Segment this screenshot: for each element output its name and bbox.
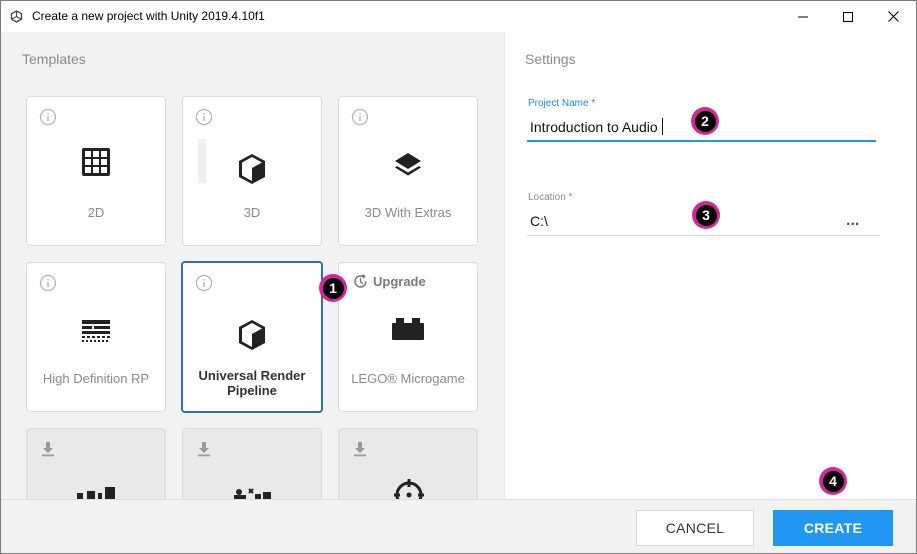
close-icon (887, 11, 899, 22)
templates-panel: Templates 2D 3D 3D With Extras High Defi… (1, 32, 504, 499)
microgame-icon (234, 488, 271, 499)
template-label: High Definition RP (42, 371, 150, 386)
scroll-indicator (198, 139, 206, 183)
template-card-urp[interactable]: Universal Render Pipeline (181, 261, 323, 413)
project-name-label: Project Name * (528, 98, 596, 109)
download-icon (198, 442, 210, 457)
required-mark: * (591, 98, 596, 109)
cancel-button[interactable]: CANCEL (636, 510, 754, 546)
settings-panel: Settings Project Name * Introduction to … (504, 32, 916, 499)
template-label: Universal Render Pipeline (198, 368, 306, 398)
template-label: 2D (87, 205, 105, 220)
template-card-hdrp[interactable]: High Definition RP (26, 262, 166, 412)
template-card-download-1[interactable] (26, 428, 166, 499)
cube-icon (239, 320, 265, 350)
project-name-underline (527, 140, 876, 142)
project-name-value: Introduction to Audio (530, 119, 658, 135)
microgame-icon (77, 487, 115, 499)
window-title: Create a new project with Unity 2019.4.1… (32, 9, 265, 23)
crosshair-icon (394, 479, 424, 499)
template-card-lego[interactable]: Upgrade LEGO® Microgame (338, 262, 478, 412)
settings-heading: Settings (525, 51, 576, 67)
dialog-footer: CANCEL CREATE (1, 499, 916, 553)
maximize-icon (843, 11, 853, 22)
hdrp-icon (82, 320, 110, 342)
refresh-icon (354, 274, 367, 288)
minimize-button[interactable] (780, 1, 826, 32)
create-project-dialog: Create a new project with Unity 2019.4.1… (0, 0, 917, 554)
create-button[interactable]: CREATE (773, 510, 893, 546)
template-label: 3D (243, 205, 261, 220)
upgrade-badge[interactable]: Upgrade (352, 273, 426, 290)
browse-location-button[interactable]: ... (846, 212, 859, 230)
grid-icon (82, 148, 110, 176)
text-caret (662, 118, 663, 135)
callout-marker-2: 2 (691, 107, 719, 135)
required-mark: * (568, 192, 573, 203)
location-label: Location * (528, 192, 573, 203)
info-icon (39, 108, 57, 126)
cube-icon (239, 154, 265, 184)
lego-brick-icon (392, 318, 424, 340)
layers-icon (395, 153, 421, 176)
template-card-download-2[interactable] (182, 428, 322, 499)
callout-marker-3: 3 (692, 201, 720, 229)
download-icon (354, 442, 366, 457)
title-bar: Create a new project with Unity 2019.4.1… (1, 1, 916, 32)
info-icon (195, 108, 213, 126)
callout-marker-4: 4 (819, 467, 847, 495)
close-button[interactable] (870, 1, 916, 32)
template-label: 3D With Extras (364, 205, 452, 220)
templates-heading: Templates (22, 51, 86, 67)
template-card-3d-extras[interactable]: 3D With Extras (338, 96, 478, 246)
info-icon (39, 274, 57, 292)
upgrade-label: Upgrade (373, 274, 426, 289)
info-icon (351, 108, 369, 126)
location-underline (527, 235, 880, 236)
minimize-icon (798, 16, 808, 17)
template-card-2d[interactable]: 2D (26, 96, 166, 246)
download-icon (42, 442, 54, 457)
template-card-3d[interactable]: 3D (182, 96, 322, 246)
unity-logo-icon (10, 10, 23, 23)
info-icon (195, 274, 213, 292)
location-value: C:\ (530, 213, 548, 229)
template-label: LEGO® Microgame (351, 371, 465, 386)
maximize-button[interactable] (825, 1, 871, 32)
callout-marker-1: 1 (319, 274, 347, 302)
template-card-download-3[interactable] (338, 428, 478, 499)
